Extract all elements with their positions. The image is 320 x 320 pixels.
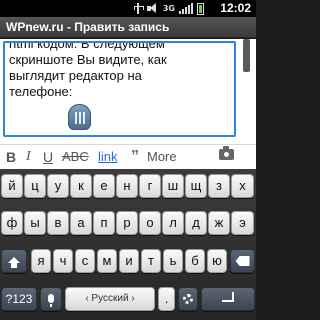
editor-line: html кодом. В следующем bbox=[9, 41, 165, 51]
key[interactable]: ч bbox=[53, 249, 73, 273]
key[interactable]: в bbox=[47, 211, 69, 235]
key[interactable]: ц bbox=[24, 174, 46, 198]
usb-icon bbox=[133, 3, 144, 14]
editor-line: выглядит редактор на bbox=[9, 68, 142, 83]
battery-icon bbox=[197, 2, 204, 15]
more-button[interactable]: More bbox=[147, 145, 177, 169]
quote-button[interactable]: ” bbox=[131, 145, 139, 169]
key[interactable]: ш bbox=[162, 174, 184, 198]
status-bar: 3G 12:02 bbox=[0, 0, 256, 17]
backspace-icon bbox=[235, 256, 250, 266]
key[interactable]: ф bbox=[1, 211, 23, 235]
enter-icon bbox=[222, 292, 234, 302]
language-space-key[interactable]: ‹ Русский › bbox=[65, 287, 155, 311]
key[interactable]: з bbox=[208, 174, 230, 198]
editor-line: телефоне: bbox=[9, 84, 73, 99]
key[interactable]: л bbox=[162, 211, 184, 235]
post-content-editor[interactable]: html кодом. В следующем скриншоте Вы вид… bbox=[3, 41, 236, 137]
key[interactable]: е bbox=[93, 174, 115, 198]
key[interactable]: п bbox=[93, 211, 115, 235]
key[interactable]: у bbox=[47, 174, 69, 198]
italic-button[interactable]: I bbox=[26, 145, 31, 169]
key[interactable]: ы bbox=[24, 211, 46, 235]
key[interactable]: о bbox=[139, 211, 161, 235]
bold-button[interactable]: B bbox=[6, 145, 16, 169]
clock: 12:02 bbox=[220, 1, 251, 15]
signal-icon bbox=[179, 3, 193, 14]
key[interactable]: м bbox=[97, 249, 117, 273]
editor-text[interactable]: html кодом. В следующем скриншоте Вы вид… bbox=[9, 41, 233, 100]
shift-key[interactable] bbox=[1, 249, 27, 273]
key[interactable]: и bbox=[119, 249, 139, 273]
key[interactable]: я bbox=[31, 249, 51, 273]
key[interactable]: х bbox=[231, 174, 254, 198]
status-icons: 3G bbox=[133, 2, 204, 15]
microphone-icon bbox=[48, 294, 54, 307]
key[interactable]: ю bbox=[207, 249, 227, 273]
format-toolbar: B I U ABC link ” More bbox=[0, 144, 256, 169]
strikethrough-button[interactable]: ABC bbox=[62, 145, 89, 169]
key[interactable]: р bbox=[116, 211, 138, 235]
editor-line: скриншоте Вы видите, как bbox=[9, 52, 167, 67]
backspace-key[interactable] bbox=[230, 249, 255, 273]
key[interactable]: г bbox=[139, 174, 161, 198]
soft-keyboard: й ц у к е н г ш щ з х ф ы в а п р о л д … bbox=[0, 169, 256, 320]
period-key[interactable]: . bbox=[158, 287, 175, 311]
key[interactable]: б bbox=[185, 249, 205, 273]
mute-icon bbox=[146, 3, 159, 14]
link-button[interactable]: link bbox=[98, 145, 118, 169]
key[interactable]: а bbox=[70, 211, 92, 235]
network-type: 3G bbox=[162, 3, 175, 13]
camera-icon[interactable] bbox=[219, 146, 234, 160]
key[interactable]: щ bbox=[185, 174, 207, 198]
scrollbar-thumb[interactable] bbox=[243, 39, 250, 72]
key[interactable]: с bbox=[75, 249, 95, 273]
symbols-key[interactable]: ?123 bbox=[1, 287, 37, 311]
key[interactable]: ь bbox=[163, 249, 183, 273]
gear-icon bbox=[183, 294, 193, 304]
key[interactable]: ж bbox=[208, 211, 230, 235]
voice-input-key[interactable] bbox=[40, 287, 62, 311]
key[interactable]: й bbox=[1, 174, 23, 198]
page-title: WPnew.ru - Править запись bbox=[0, 17, 256, 38]
key[interactable]: к bbox=[70, 174, 92, 198]
key[interactable]: н bbox=[116, 174, 138, 198]
cursor-handle[interactable] bbox=[68, 104, 91, 130]
enter-key[interactable] bbox=[201, 287, 255, 311]
key[interactable]: д bbox=[185, 211, 207, 235]
settings-key[interactable] bbox=[178, 287, 198, 311]
key[interactable]: э bbox=[231, 211, 254, 235]
key[interactable]: т bbox=[141, 249, 161, 273]
shift-icon bbox=[8, 257, 20, 268]
underline-button[interactable]: U bbox=[43, 145, 53, 169]
